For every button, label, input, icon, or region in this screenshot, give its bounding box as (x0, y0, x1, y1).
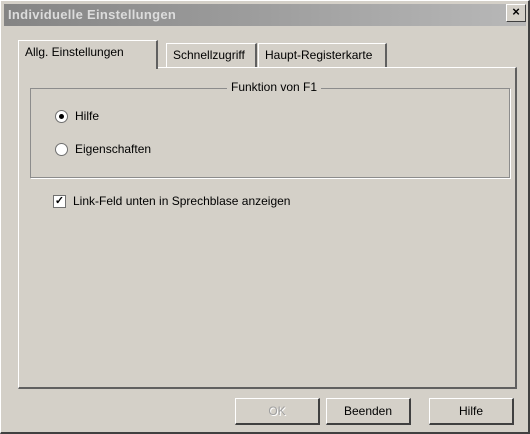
ok-button[interactable]: OK (235, 398, 320, 425)
ok-button-label: OK (268, 404, 286, 418)
radio-button-icon[interactable] (55, 110, 68, 124)
tab-haupt-registerkarte[interactable]: Haupt-Registerkarte (258, 43, 387, 67)
group-title: Funktion von F1 (227, 79, 322, 95)
close-icon: × (512, 4, 520, 19)
tab-label: Allg. Einstellungen (25, 45, 124, 59)
radio-label: Eigenschaften (75, 142, 152, 156)
tab-label: Schnellzugriff (173, 48, 245, 62)
tab-label: Haupt-Registerkarte (265, 48, 373, 62)
radio-option-eigenschaften[interactable]: Eigenschaften (55, 142, 152, 157)
close-dialog-button[interactable]: Beenden (326, 398, 411, 425)
radio-label: Hilfe (75, 109, 100, 123)
close-button[interactable]: × (506, 4, 526, 22)
help-button-label: Hilfe (458, 404, 483, 418)
title-bar[interactable]: Individuelle Einstellungen (4, 4, 526, 26)
close-dialog-button-label: Beenden (343, 404, 393, 418)
link-field-checkbox-row[interactable]: ✓ Link-Feld unten in Sprechblase anzeigen (53, 194, 291, 209)
checkbox-checked-icon[interactable]: ✓ (53, 195, 66, 209)
checkbox-label: Link-Feld unten in Sprechblase anzeigen (73, 194, 291, 208)
window-title: Individuelle Einstellungen (8, 7, 177, 22)
help-button[interactable]: Hilfe (429, 398, 514, 425)
radio-option-hilfe[interactable]: Hilfe (55, 109, 100, 124)
f1-function-group (30, 88, 510, 178)
tab-allg-einstellungen[interactable]: Allg. Einstellungen (18, 40, 158, 69)
tab-schnellzugriff[interactable]: Schnellzugriff (166, 43, 257, 67)
radio-button-icon[interactable] (55, 143, 68, 157)
